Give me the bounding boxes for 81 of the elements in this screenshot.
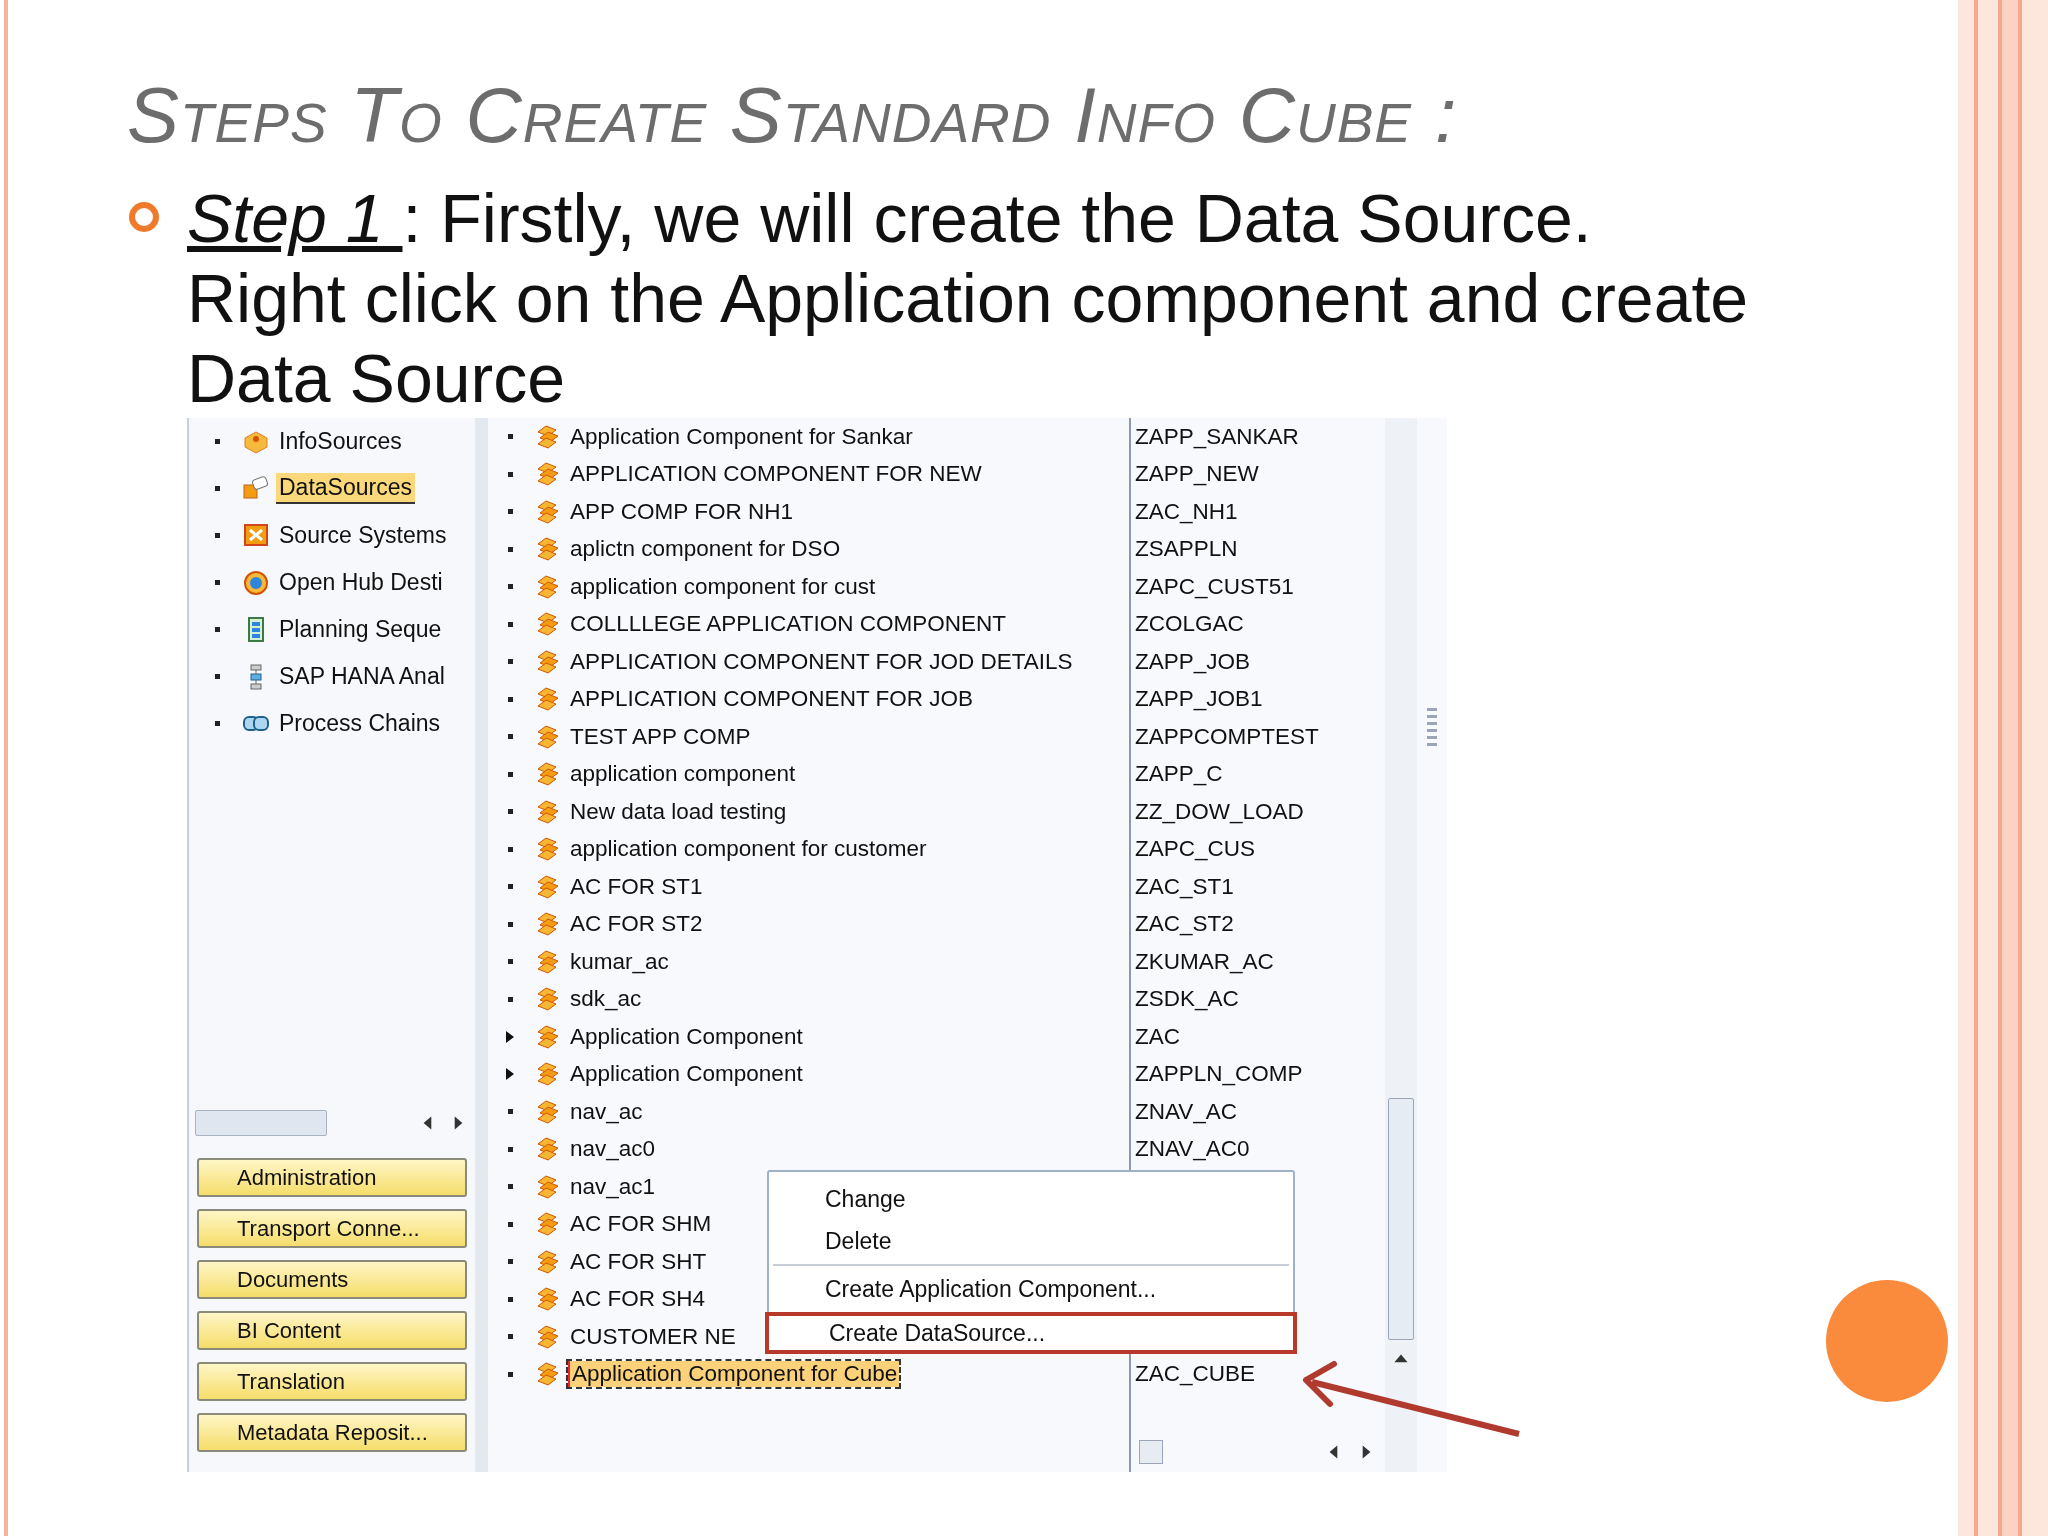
tree-item[interactable]: Process Chains [276, 709, 444, 738]
nav-button[interactable]: Translation [197, 1362, 468, 1401]
component-name[interactable]: sdk_ac [568, 986, 644, 1013]
bullet-icon [215, 533, 220, 538]
component-name[interactable]: CUSTOMER NE [568, 1323, 738, 1350]
menu-item[interactable]: Delete [769, 1220, 1293, 1262]
technical-name: ZNAV_AC [1135, 1098, 1238, 1125]
component-name[interactable]: nav_ac [568, 1098, 645, 1125]
component-name[interactable]: nav_ac0 [568, 1136, 658, 1163]
menu-item[interactable]: Create DataSource... [765, 1312, 1297, 1354]
nav-button[interactable]: Administration [197, 1158, 468, 1197]
expand-triangle-icon[interactable] [505, 1029, 515, 1044]
technical-name: ZAC_CUBE [1135, 1361, 1256, 1388]
technical-name: ZAC_ST1 [1135, 873, 1234, 900]
technical-name: ZAC [1135, 1023, 1180, 1050]
component-name[interactable]: APP COMP FOR NH1 [568, 498, 795, 525]
component-name[interactable]: Application Component for Sankar [568, 423, 915, 450]
component-name[interactable]: application component for customer [568, 836, 929, 863]
tree-item[interactable]: DataSources [276, 473, 415, 504]
technical-name: ZSDK_AC [1135, 986, 1239, 1013]
tree-item[interactable]: Open Hub Desti [276, 568, 446, 597]
technical-name: ZKUMAR_AC [1135, 948, 1274, 975]
component-name[interactable]: kumar_ac [568, 948, 671, 975]
technical-name: ZAPPCOMPTEST [1135, 723, 1319, 750]
technical-name: ZZ_DOW_LOAD [1135, 798, 1304, 825]
nav-button[interactable]: Transport Conne... [197, 1209, 468, 1248]
bullet-icon [215, 674, 220, 679]
scroll-thumb[interactable] [1139, 1440, 1163, 1464]
technical-name: ZAPC_CUST51 [1135, 573, 1294, 600]
component-name[interactable]: nav_ac1 [568, 1173, 658, 1200]
scroll-thumb[interactable] [195, 1110, 327, 1136]
component-name[interactable]: Application Component for Cube [568, 1361, 900, 1388]
technical-name: ZAPP_JOB [1135, 648, 1251, 675]
technical-name: ZAPP_SANKAR [1135, 423, 1299, 450]
nav-button[interactable]: Documents [197, 1260, 468, 1299]
component-name[interactable]: AC FOR SHT [568, 1248, 709, 1275]
technical-name: ZAPP_JOB1 [1135, 686, 1263, 713]
component-name[interactable]: AC FOR SHM [568, 1211, 714, 1238]
component-name[interactable]: application component [568, 761, 798, 788]
tree-item[interactable]: Source Systems [276, 521, 450, 550]
technical-name: ZSAPPLN [1135, 536, 1238, 563]
technical-name: ZAPP_C [1135, 761, 1223, 788]
technical-name: ZNAV_AC0 [1135, 1136, 1250, 1163]
component-name[interactable]: APPLICATION COMPONENT FOR NEW [568, 461, 984, 488]
tree-item[interactable]: InfoSources [276, 427, 405, 456]
expand-triangle-icon[interactable] [505, 1067, 515, 1082]
tree-item[interactable]: SAP HANA Anal [276, 662, 448, 691]
technical-name: ZCOLGAC [1135, 611, 1244, 638]
component-name[interactable]: APPLICATION COMPONENT FOR JOB [568, 686, 975, 713]
component-name[interactable]: New data load testing [568, 798, 789, 825]
bullet-icon [215, 486, 220, 491]
slide-title: Steps To Create Standard Info Cube : [127, 70, 1459, 160]
technical-name: ZAPP_NEW [1135, 461, 1259, 488]
component-name[interactable]: aplictn component for DSO [568, 536, 843, 563]
component-name[interactable]: APPLICATION COMPONENT FOR JOD DETAILS [568, 648, 1075, 675]
component-name[interactable]: application component for cust [568, 573, 878, 600]
bullet-icon [215, 627, 220, 632]
hub-icon [242, 568, 270, 597]
nav-button[interactable]: Metadata Reposit... [197, 1413, 468, 1452]
technical-name: ZAC_ST2 [1135, 911, 1234, 938]
component-name[interactable]: Application Component [568, 1023, 805, 1050]
component-name[interactable]: COLLLLEGE APPLICATION COMPONENT [568, 611, 1008, 638]
tree-item[interactable]: Planning Seque [276, 615, 445, 644]
menu-item[interactable]: Change [769, 1178, 1293, 1220]
menu-item[interactable]: Create Application Component... [769, 1268, 1293, 1310]
step-paragraph: Step 1 : Firstly, we will create the Data Source. Right click on the Application component and create Data Source [187, 179, 1750, 418]
technical-name: ZAPC_CUS [1135, 836, 1256, 863]
component-name[interactable]: AC FOR SH4 [568, 1286, 708, 1313]
component-name[interactable]: AC FOR ST1 [568, 873, 705, 900]
bullet-icon [215, 439, 220, 444]
nav-button[interactable]: BI Content [197, 1311, 468, 1350]
scrollbar[interactable] [1385, 418, 1417, 1472]
component-name[interactable]: Application Component [568, 1061, 805, 1088]
bullet-icon [215, 580, 220, 585]
component-name[interactable]: AC FOR ST2 [568, 911, 705, 938]
bullet-icon [215, 721, 220, 726]
component-name[interactable]: TEST APP COMP [568, 723, 753, 750]
bullet-icon [127, 200, 161, 234]
technical-name: ZAC_NH1 [1135, 498, 1238, 525]
technical-name: ZAPPLN_COMP [1135, 1061, 1303, 1088]
scroll-thumb[interactable] [1388, 1098, 1414, 1340]
